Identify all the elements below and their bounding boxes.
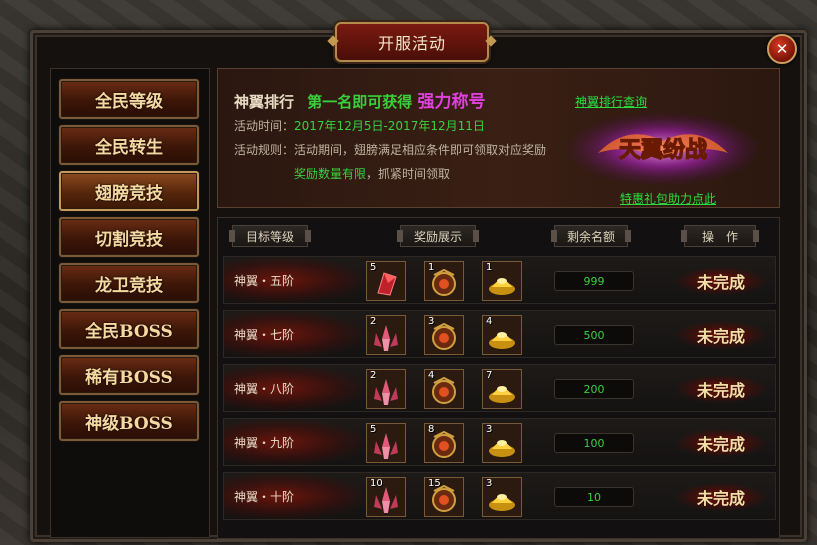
sidebar-item-rare-boss[interactable]: 稀有BOSS — [59, 355, 199, 395]
crystal-cluster-icon — [374, 379, 398, 405]
status-not-completed[interactable]: 未完成 — [676, 321, 766, 349]
remaining-count: 10 — [554, 487, 634, 507]
sidebar-item-all-level[interactable]: 全民等级 — [59, 79, 199, 119]
activity-rule: 活动规则：活动期间，翅膀满足相应条件即可领取对应奖励 — [234, 141, 546, 158]
tier-label: 神翼・十阶 — [224, 473, 364, 519]
header-action: 操 作 — [681, 225, 759, 247]
reward-crystal-slot[interactable]: 5 — [366, 423, 406, 463]
activity-banner: 神翼排行 第一名即可获得 强力称号 神翼排行查询 活动时间：2017年12月5日… — [217, 68, 780, 208]
time-label: 活动时间： — [234, 119, 295, 133]
reward-gold-slot[interactable]: 3 — [482, 477, 522, 517]
emblem-icon — [432, 430, 456, 458]
crystal-cluster-icon — [374, 433, 398, 459]
reward-crystal-slot[interactable]: 2 — [366, 315, 406, 355]
crystal-cluster-icon — [374, 325, 398, 351]
header-remaining-slots: 剩余名额 — [551, 225, 631, 247]
rank-query-link[interactable]: 神翼排行查询 — [575, 93, 647, 110]
reward-emblem-slot[interactable]: 15 — [424, 477, 464, 517]
sidebar-item-cut-contest[interactable]: 切割竞技 — [59, 217, 199, 257]
window-title: 开服活动 — [335, 22, 489, 62]
emblem-icon — [432, 268, 456, 296]
tier-label: 神翼・九阶 — [224, 419, 364, 465]
promo-pack-link[interactable]: 特惠礼包助力点此 — [620, 190, 716, 207]
close-icon[interactable]: ✕ — [767, 34, 797, 64]
reward-crystal-slot[interactable]: 10 — [366, 477, 406, 517]
reward-crystal-slot[interactable]: 2 — [366, 369, 406, 409]
sidebar-item-dragon-guard-contest[interactable]: 龙卫竞技 — [59, 263, 199, 303]
gold-ingot-icon — [489, 386, 515, 403]
activity-rule-continued: 奖励数量有限，抓紧时间领取 — [294, 165, 450, 182]
emblem-icon — [432, 322, 456, 350]
reward-crystal-slot[interactable]: 5 — [366, 261, 406, 301]
reward-emblem-slot[interactable]: 3 — [424, 315, 464, 355]
reward-gold-slot[interactable]: 3 — [482, 423, 522, 463]
gold-ingot-icon — [489, 440, 515, 457]
status-not-completed[interactable]: 未完成 — [676, 429, 766, 457]
first-place-text: 第一名即可获得 — [307, 93, 413, 111]
emblem-icon — [432, 376, 456, 404]
header-reward-display: 奖励展示 — [397, 225, 479, 247]
sidebar-item-god-boss[interactable]: 神级BOSS — [59, 401, 199, 441]
tier-label: 神翼・五阶 — [224, 257, 364, 303]
status-not-completed[interactable]: 未完成 — [676, 267, 766, 295]
crystal-cluster-icon — [374, 487, 398, 513]
header-target-level: 目标等级 — [229, 225, 311, 247]
emblem-icon — [432, 484, 456, 512]
activity-time: 活动时间：2017年12月5日-2017年12月11日 — [234, 117, 485, 134]
tier-label: 神翼・八阶 — [224, 365, 364, 411]
reward-emblem-slot[interactable]: 8 — [424, 423, 464, 463]
remaining-count: 500 — [554, 325, 634, 345]
reward-table: 目标等级 奖励展示 剩余名额 操 作 神翼・五阶 5 1 1 999 未完成 神… — [217, 217, 780, 539]
reward-emblem-slot[interactable]: 1 — [424, 261, 464, 301]
status-not-completed[interactable]: 未完成 — [676, 483, 766, 511]
rule-warning: 奖励数量有限 — [294, 167, 367, 181]
table-row: 神翼・五阶 5 1 1 999 未完成 — [223, 256, 776, 304]
sidebar-item-all-rebirth[interactable]: 全民转生 — [59, 125, 199, 165]
time-value: 2017年12月5日-2017年12月11日 — [294, 119, 485, 133]
sidebar-item-wing-contest[interactable]: 翅膀竞技 — [59, 171, 199, 211]
rule-tail: ，抓紧时间领取 — [366, 167, 451, 181]
table-row: 神翼・十阶 10 15 3 10 未完成 — [223, 472, 776, 520]
gold-ingot-icon — [489, 494, 515, 511]
title-reward-text: 强力称号 — [417, 92, 486, 112]
reward-gold-slot[interactable]: 4 — [482, 315, 522, 355]
red-gem-icon — [377, 272, 397, 296]
rank-prefix: 神翼排行 — [234, 93, 295, 111]
banner-headline: 神翼排行 第一名即可获得 强力称号 — [234, 87, 486, 112]
remaining-count: 200 — [554, 379, 634, 399]
rule-text: 活动期间，翅膀满足相应条件即可领取对应奖励 — [294, 143, 547, 157]
status-not-completed[interactable]: 未完成 — [676, 375, 766, 403]
reward-gold-slot[interactable]: 7 — [482, 369, 522, 409]
tier-label: 神翼・七阶 — [224, 311, 364, 357]
rule-label: 活动规则： — [234, 143, 295, 157]
reward-emblem-slot[interactable]: 4 — [424, 369, 464, 409]
remaining-count: 999 — [554, 271, 634, 291]
table-row: 神翼・七阶 2 3 4 500 未完成 — [223, 310, 776, 358]
table-row: 神翼・九阶 5 8 3 100 未完成 — [223, 418, 776, 466]
logo-text: 天翼纷战 — [619, 137, 707, 163]
gold-ingot-icon — [489, 332, 515, 349]
remaining-count: 100 — [554, 433, 634, 453]
sidebar-item-all-boss[interactable]: 全民BOSS — [59, 309, 199, 349]
sidebar: 全民等级 全民转生 翅膀竞技 切割竞技 龙卫竞技 全民BOSS 稀有BOSS 神… — [50, 68, 210, 538]
reward-gold-slot[interactable]: 1 — [482, 261, 522, 301]
event-logo: 天翼纷战 — [568, 113, 758, 185]
gold-ingot-icon — [489, 278, 515, 295]
table-row: 神翼・八阶 2 4 7 200 未完成 — [223, 364, 776, 412]
